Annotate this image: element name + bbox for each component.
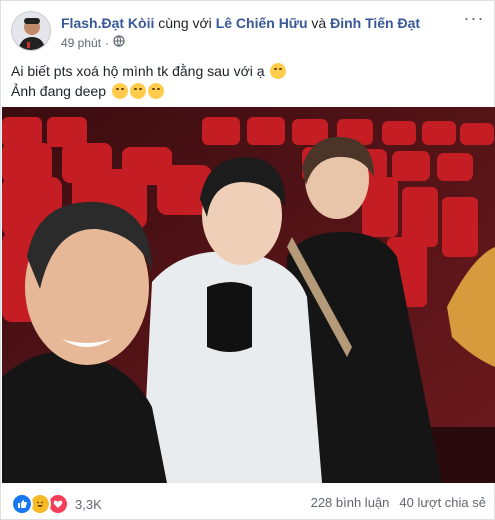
tagged-user-2-link[interactable]: Đinh Tiến Đạt: [330, 15, 420, 31]
comment-count[interactable]: 228 bình luận: [311, 495, 390, 510]
post-time[interactable]: 49 phút: [61, 36, 101, 50]
post-meta: 49 phút ·: [61, 35, 125, 50]
post-text: Ai biết pts xoá hộ mình tk đằng sau với …: [11, 61, 486, 101]
author-line: Flash.Đạt Kòii cùng với Lê Chiến Hữu và …: [61, 15, 420, 31]
meta-separator: ·: [105, 35, 110, 50]
unamused-emoji: [129, 83, 146, 99]
like-icon: [11, 493, 33, 515]
more-icon[interactable]: ···: [462, 9, 486, 31]
author-avatar[interactable]: [11, 11, 51, 51]
unamused-emoji: [111, 83, 128, 99]
thinking-emoji: [270, 63, 287, 79]
globe-icon[interactable]: [113, 35, 125, 50]
post-header: Flash.Đạt Kòii cùng với Lê Chiến Hữu và …: [11, 9, 486, 55]
post-card: Flash.Đạt Kòii cùng với Lê Chiến Hữu và …: [0, 0, 495, 520]
share-count[interactable]: 40 lượt chia sẻ: [399, 495, 486, 510]
post-text-line-2: Ảnh đang deep: [11, 83, 106, 99]
reaction-count[interactable]: 3,3K: [75, 497, 102, 512]
post-text-line-1: Ai biết pts xoá hộ mình tk đằng sau với …: [11, 63, 265, 79]
post-photo[interactable]: [2, 107, 495, 483]
author-name-link[interactable]: Flash.Đạt Kòii: [61, 15, 154, 31]
and-text: và: [311, 15, 327, 31]
tagged-user-1-link[interactable]: Lê Chiến Hữu: [216, 15, 308, 31]
with-text: cùng với: [158, 15, 212, 31]
post-stats: 228 bình luận 40 lượt chia sẻ: [311, 495, 486, 510]
reaction-summary[interactable]: 3,3K: [11, 493, 102, 515]
unamused-emoji: [147, 83, 164, 99]
post-footer: 3,3K 228 bình luận 40 lượt chia sẻ: [11, 489, 486, 515]
